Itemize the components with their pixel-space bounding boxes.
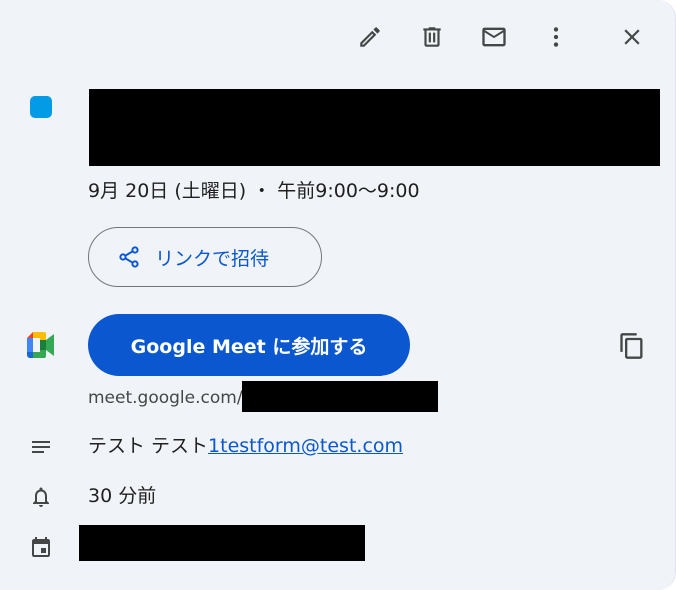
invite-via-link-button[interactable]: リンクで招待 [88,227,322,287]
reminder-text: 30 分前 [88,485,157,507]
mail-icon [482,27,506,47]
meet-url-prefix: meet.google.com/ [88,388,243,408]
delete-event-button[interactable] [412,17,452,57]
event-title-redacted [89,89,660,166]
calendar-name-redacted [79,525,365,561]
event-datetime: 9月 20日 (土曜日) ・ 午前9:00〜9:00 [88,180,420,202]
google-meet-logo [27,332,57,358]
description-text: テスト テスト [88,435,209,457]
copy-meet-link-button[interactable] [610,324,654,368]
edit-event-button[interactable] [350,17,390,57]
more-vert-icon [553,27,559,47]
share-icon [117,245,141,269]
meet-code-redacted [242,381,438,412]
email-guests-button[interactable] [474,17,514,57]
description-email-link[interactable]: 1testform@test.com [208,435,403,457]
pencil-icon [360,27,380,47]
notes-icon [28,434,54,460]
copy-icon [620,333,643,359]
event-color-chip [30,96,52,118]
calendar-icon [28,534,54,560]
more-options-button[interactable] [536,17,576,57]
close-button[interactable] [612,17,652,57]
event-details-panel: 9月 20日 (土曜日) ・ 午前9:00〜9:00 リンクで招待 Google… [0,0,676,590]
close-icon [624,29,640,45]
bell-icon [28,484,54,510]
join-google-meet-button[interactable]: Google Meet に参加する [88,314,410,376]
event-description: テスト テスト1testform@test.com [88,432,403,460]
meet-url[interactable]: meet.google.com/ [88,386,243,410]
trash-icon [423,27,441,47]
invite-via-link-label: リンクで招待 [155,247,270,270]
